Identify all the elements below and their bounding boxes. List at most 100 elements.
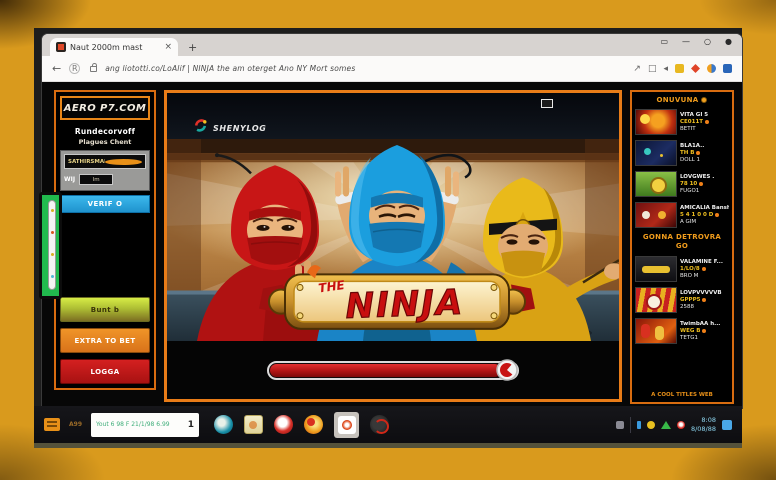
game-list-item[interactable]: LOVPVVVVVB GPPP5 2588 [635, 287, 729, 313]
share-icon[interactable]: ↗ [633, 64, 641, 74]
system-tray: 8:08 8/08/88 [616, 416, 732, 433]
game-thumbnail[interactable] [635, 202, 677, 228]
game-thumbnail[interactable] [635, 140, 677, 166]
dot-icon [705, 120, 709, 124]
notification-icon[interactable] [722, 420, 732, 430]
window-glyph-icon[interactable]: □ [648, 64, 657, 74]
game-frame: SHENYLOG [164, 90, 622, 402]
app-icon-dark[interactable] [370, 415, 389, 434]
sticky-note-icon[interactable] [244, 415, 263, 434]
login-button[interactable]: LOGGA [60, 359, 150, 384]
game-title: NINJA [345, 283, 465, 327]
dot-icon [715, 213, 719, 217]
toolbar-actions: ↗ □ ◂ [633, 64, 732, 74]
tab-title: Naut 2000m mast [70, 43, 160, 52]
tray-divider [630, 417, 631, 433]
start-label: A99 [69, 421, 82, 428]
site-logo[interactable]: AERO P7.COM [60, 96, 150, 120]
play-button[interactable]: Bunt b [60, 297, 150, 322]
game-list-item[interactable]: BLA1A.. TH B DOLL 1 [635, 140, 729, 166]
game-thumbnail[interactable] [635, 287, 677, 313]
lock-icon[interactable] [90, 66, 97, 72]
back-icon[interactable]: ← [52, 62, 61, 75]
dot-icon [696, 151, 700, 155]
second-list-heading: GONNA DETROVRA GO [635, 233, 729, 251]
desktop: Naut 2000m mast × + ▭ — ○ ● ← R ang liot… [34, 28, 742, 448]
dot-icon [702, 329, 706, 333]
window-controls: ▭ — ○ ● [660, 37, 732, 46]
firefox-icon[interactable] [304, 415, 323, 434]
extension-icon[interactable] [691, 64, 700, 73]
minimize-icon[interactable]: — [682, 37, 690, 46]
tab-close-icon[interactable]: × [164, 43, 172, 52]
sidebar-heading: Rundecorvoff [60, 127, 150, 136]
game-list-item[interactable]: TwimbAA h... WEG B TETG1 [635, 318, 729, 344]
start-button-icon[interactable] [44, 418, 60, 431]
taskbar: A99 Yout 6 98 F 21/1/98 6.99 1 8:08 8/08… [34, 406, 742, 443]
game-header: SHENYLOG [167, 93, 619, 139]
tray-icon[interactable] [637, 421, 641, 429]
tray-icon[interactable] [677, 421, 685, 429]
game-title-banner: THE NINJA [259, 265, 535, 329]
browser-tab-bar: Naut 2000m mast × + ▭ — ○ ● [42, 34, 742, 56]
game-list-item[interactable]: AMICALIA Banshil 5 4 1 0 0 D A GIM [635, 202, 729, 228]
mini-field-label: WIJ [64, 176, 75, 183]
games-list-heading: ONUVUNA [635, 96, 729, 104]
side-feedback-tab[interactable] [39, 192, 62, 299]
game-thumbnail[interactable] [635, 109, 677, 135]
game-thumbnail[interactable] [635, 256, 677, 282]
dot-icon [699, 182, 703, 186]
app-icon-red[interactable] [274, 415, 293, 434]
address-bar[interactable]: ang liototti.co/LoAlif | NINJA the am ot… [105, 64, 625, 73]
loading-area [167, 341, 619, 399]
app-icon-teal[interactable] [214, 415, 233, 434]
verify-button[interactable]: VERIF O [60, 195, 150, 213]
extension-icon[interactable] [723, 64, 732, 73]
game-list-item[interactable]: LOVGWES . 78 10 FUGO1 [635, 171, 729, 197]
game-thumbnail[interactable] [635, 171, 677, 197]
side-tab-handle[interactable] [48, 200, 56, 290]
username-field[interactable]: SATHIRSMALLHE [64, 154, 146, 169]
close-icon[interactable]: ● [725, 37, 732, 46]
game-list-item[interactable]: VITA GI 5 CE011T BETIT [635, 109, 729, 135]
left-sidebar: AERO P7.COM Rundecorvoff Plagues Chent S… [54, 90, 156, 390]
fullscreen-icon[interactable] [541, 99, 553, 108]
sidebar-toggle-icon[interactable]: ◂ [663, 64, 668, 74]
pinned-apps [214, 412, 389, 438]
loading-progress-bar [267, 361, 519, 380]
extra-bet-button[interactable]: EXTRA TO BET [60, 328, 150, 353]
right-sidebar: ONUVUNA VITA GI 5 CE011T BETIT BLA1A.. [630, 90, 734, 404]
browser-toolbar: ← R ang liototti.co/LoAlif | NINJA the a… [42, 56, 742, 82]
new-tab-button[interactable]: + [188, 41, 197, 56]
browser-tab[interactable]: Naut 2000m mast × [50, 38, 178, 56]
field-dot-icon [105, 159, 142, 165]
game-list-item[interactable]: VALAMINE F... 1/LO/8 BRO M [635, 256, 729, 282]
tray-icon[interactable] [647, 421, 655, 429]
tray-icon[interactable] [616, 421, 624, 429]
progress-fill [270, 364, 501, 377]
dot-icon [702, 298, 706, 302]
sidebar-footer-link[interactable]: A COOL TITLES WEB [635, 388, 729, 398]
extension-icon[interactable] [707, 64, 716, 73]
game-canvas: THE NINJA [167, 139, 619, 341]
game-thumbnail[interactable] [635, 318, 677, 344]
taskbar-search-input[interactable]: Yout 6 98 F 21/1/98 6.99 1 [91, 413, 199, 437]
heading-dot-icon [701, 97, 707, 103]
page-content: AERO P7.COM Rundecorvoff Plagues Chent S… [42, 82, 742, 408]
sidebar-subheading: Plagues Chent [60, 138, 150, 146]
tab-favicon-icon [56, 42, 66, 52]
login-panel: SATHIRSMALLHE WIJ Im [60, 150, 150, 191]
maximize-icon[interactable]: ○ [704, 37, 711, 46]
tray-icon[interactable] [661, 421, 671, 429]
progress-spinner-icon [495, 358, 519, 382]
active-browser-icon[interactable] [334, 412, 359, 438]
sidebar-empty-area [60, 213, 150, 291]
provider-name: SHENYLOG [213, 124, 266, 133]
reader-badge-icon[interactable]: R [69, 63, 80, 74]
extension-icon[interactable] [675, 64, 684, 73]
code-field[interactable]: Im [79, 174, 113, 185]
dot-icon [702, 267, 706, 271]
restore-icon[interactable]: ▭ [660, 37, 668, 46]
taskbar-clock[interactable]: 8:08 8/08/88 [691, 416, 716, 433]
provider-logo-icon [193, 118, 208, 133]
